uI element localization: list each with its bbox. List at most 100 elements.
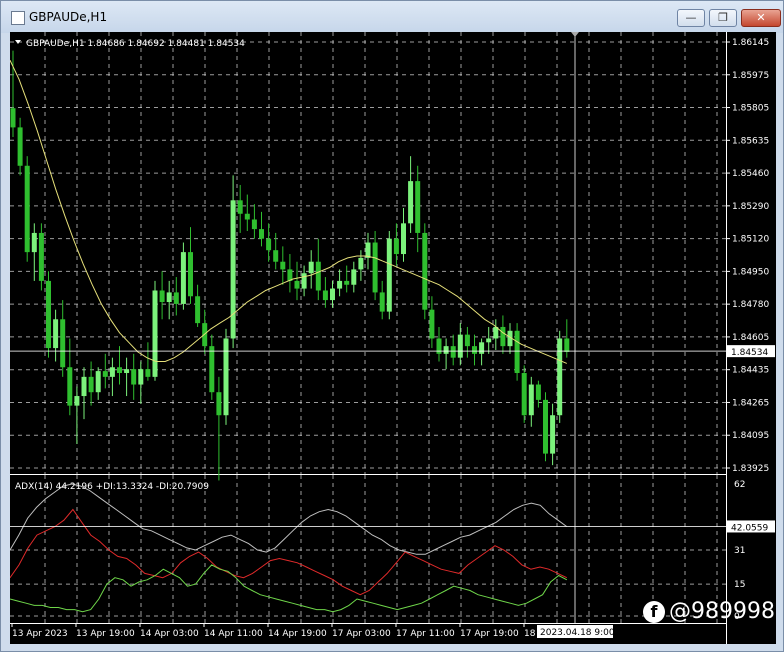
candle-body [88,376,94,393]
candle-body [251,219,257,230]
restore-button[interactable]: ❐ [709,9,737,27]
time-label: 17 Apr 19:00 [460,629,519,639]
time-label: 17 Apr 11:00 [396,629,455,639]
candle-body [95,371,101,393]
time-label: 18 [524,629,536,639]
price-label: 1.85120 [732,235,769,245]
candle-body [138,369,144,385]
candle-body [24,165,30,253]
candle-body [17,127,23,166]
candle-body [145,369,151,377]
watermark-text: @989998 [669,599,775,624]
price-label: 1.85635 [732,136,769,146]
crosshair-marker-icon [571,32,579,37]
candle-body [322,290,328,301]
candle-body [38,232,44,281]
candle-body [74,396,80,406]
price-label: 1.85975 [732,71,769,81]
candle-body [166,292,172,303]
candle-body [528,384,534,416]
candle-body [486,338,492,343]
adx-level-label: 15 [734,580,745,590]
price-label: 1.84265 [732,398,769,408]
title-bar[interactable]: GBPAUDe,H1 — ❐ ✕ [1,1,783,33]
candle-body [173,292,179,304]
candle-body [315,261,321,291]
candle-body [479,342,485,354]
candle-body [514,330,520,374]
candle-body [216,392,222,416]
price-label: 1.84780 [732,300,769,310]
candle-body [230,200,236,339]
candle-body [408,181,414,224]
candle-body [500,326,506,347]
candle-body [464,334,470,347]
candle-body [344,280,350,285]
price-label: 1.84950 [732,267,769,277]
candle-body [46,280,51,349]
time-label: 14 Apr 19:00 [268,629,327,639]
candle-body [415,181,421,233]
candle-body [358,257,364,270]
candle-body [195,296,201,324]
facebook-logo-icon: f [643,601,665,623]
chart-window-icon [11,11,25,25]
candle-body [521,373,527,416]
candle-body [209,346,215,393]
candle-body [124,369,130,374]
price-label: 1.85290 [732,202,769,212]
plus-di-line [10,564,568,613]
candle-body [159,290,165,303]
time-label: 13 Apr 2023 [12,629,68,639]
time-label: 13 Apr 19:00 [76,629,135,639]
candle-body [259,229,264,239]
candle-body [351,269,357,285]
candle-body [472,346,477,354]
candle-body [152,290,158,377]
watermark: f @989998 [641,597,781,627]
price-label: 1.83925 [732,464,769,474]
close-button[interactable]: ✕ [741,9,781,27]
adx-line [10,483,568,555]
candle-body [67,367,73,406]
minimize-icon: — [685,11,697,24]
moving-average-line [10,59,567,364]
price-chart[interactable]: 1.86145 1.85975 1.85805 1.85635 1.85460 1.852… [10,32,776,644]
time-label: 14 Apr 11:00 [204,629,263,639]
price-label: 1.85805 [732,104,769,114]
grid [10,32,726,623]
price-label: 1.86145 [732,38,769,48]
candle-body [379,292,385,312]
candle-body [31,232,37,253]
candle-body [117,367,122,374]
candle-body [401,223,406,255]
candle-body [557,338,563,416]
candle-body [131,369,137,385]
candle-body [564,338,570,352]
candle-body [450,346,456,358]
candle-body [294,280,300,289]
candle-body [10,108,16,128]
minimize-button[interactable]: — [677,9,705,27]
price-label: 1.85460 [732,169,769,179]
candle-body [535,384,541,400]
candle-body [386,238,392,312]
adx-level-label: 31 [734,546,745,556]
candle-body [301,273,307,289]
candle-body [393,238,399,255]
candle-body [266,238,272,251]
time-label: 14 Apr 03:00 [140,629,199,639]
candle-body [237,200,243,214]
main-panel-header: GBPAUDe,H1 1.84686 1.84692 1.84481 1.845… [26,39,245,49]
candle-body [273,250,279,262]
candle-body [457,334,463,358]
candle-body [422,232,428,310]
candle-body [443,346,449,354]
price-label: 1.84605 [732,333,769,343]
candle-body [280,261,286,270]
candle-body [53,319,59,349]
candle-body [308,261,314,274]
current-price-label: 1.84534 [731,348,768,358]
candle-body [180,252,186,304]
crosshair-time-label: 2023.04.18 9:00 [540,628,615,638]
